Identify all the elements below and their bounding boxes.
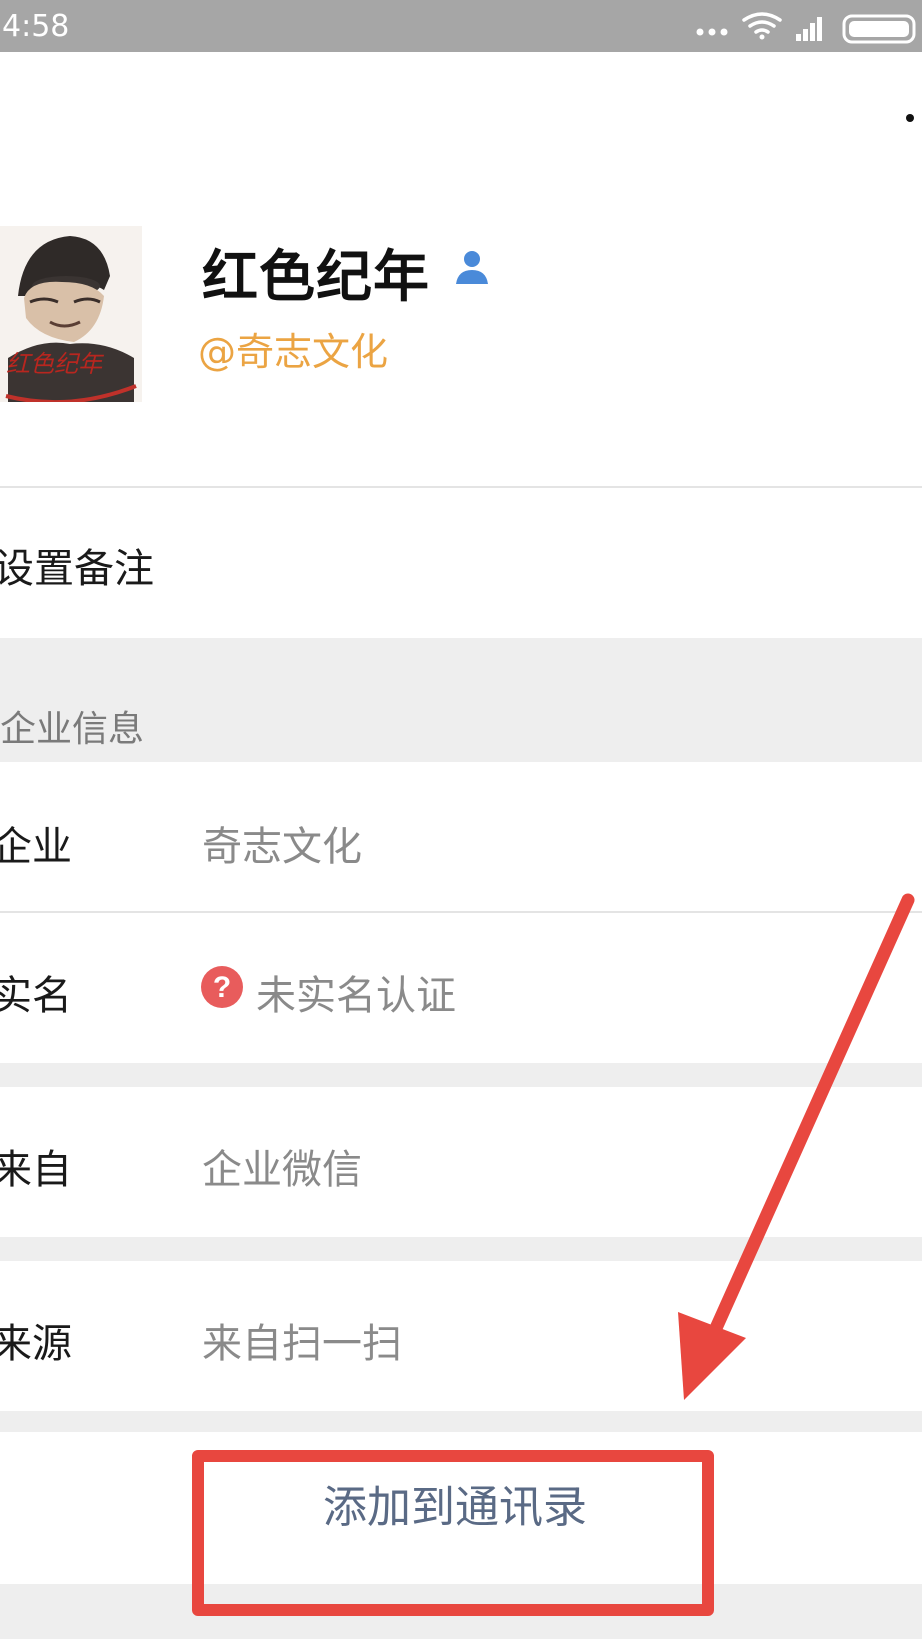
avatar-caption: 红色纪年	[6, 351, 105, 378]
info-row-from: 来自 企业微信	[0, 1087, 922, 1237]
verified-user-icon	[456, 251, 488, 284]
status-icons	[696, 12, 916, 44]
avatar[interactable]: 红色纪年	[0, 226, 142, 402]
profile-name: 红色纪年	[202, 245, 430, 310]
svg-text:?: ?	[213, 971, 231, 1004]
spacer-band	[0, 1411, 922, 1432]
battery-icon	[842, 14, 916, 44]
avatar-portrait-icon: 红色纪年	[0, 226, 142, 402]
more-menu-icon[interactable]	[906, 114, 914, 122]
row-value: 来自扫一扫	[202, 1321, 402, 1367]
row-value: 企业微信	[202, 1147, 362, 1193]
more-dots-icon	[696, 28, 728, 36]
row-value: 奇志文化	[202, 824, 362, 870]
status-time: 4:58	[2, 9, 70, 44]
spacer-band	[0, 1063, 922, 1087]
spacer-band	[0, 1237, 922, 1261]
status-bar: 4:58	[0, 0, 922, 52]
row-label: 企业	[0, 824, 72, 870]
row-label: 来源	[0, 1321, 72, 1367]
annotation-highlight-box	[192, 1450, 714, 1616]
wifi-icon	[742, 12, 782, 40]
row-label: 来自	[0, 1147, 72, 1193]
profile-handle: @奇志文化	[198, 330, 389, 374]
set-remark-label: 设置备注	[0, 546, 154, 592]
info-row-source: 来源 来自扫一扫	[0, 1261, 922, 1411]
section-header-enterprise: 企业信息	[0, 709, 145, 750]
info-row-enterprise: 企业 奇志文化	[0, 762, 922, 912]
info-row-verification: 实名 ? 未实名认证	[0, 913, 922, 1063]
row-label: 实名	[0, 973, 72, 1019]
row-value: 未实名认证	[256, 973, 456, 1019]
set-remark-row[interactable]: 设置备注	[0, 488, 922, 638]
question-icon: ?	[201, 966, 243, 1008]
signal-icon	[796, 17, 822, 41]
